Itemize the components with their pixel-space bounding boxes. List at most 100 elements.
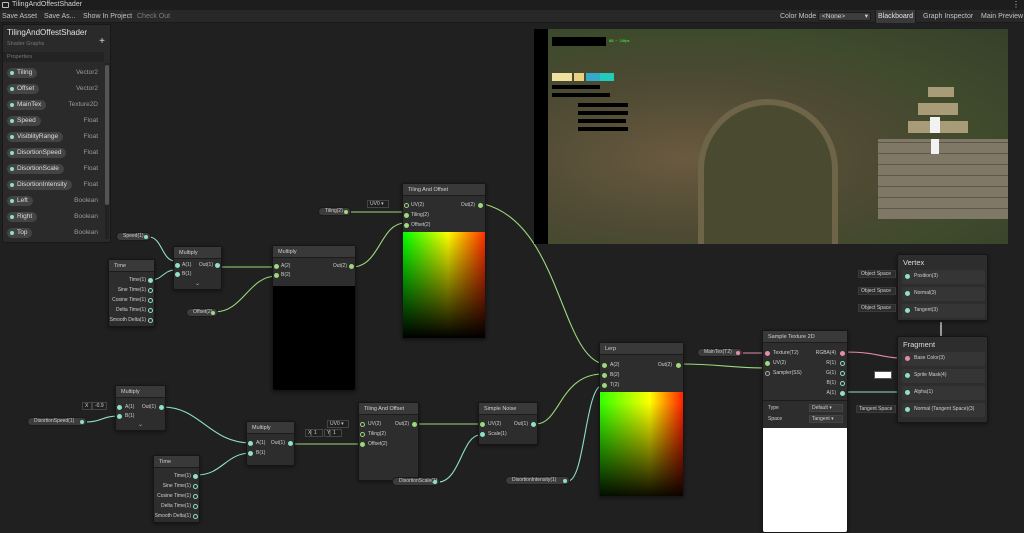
- disortion-intensity-property-pill[interactable]: DisortionIntensity(1): [505, 476, 570, 485]
- property-name-chip[interactable]: VisiblityRange: [7, 132, 64, 142]
- disortion-scale-property-pill[interactable]: DisortionScale(1): [392, 477, 440, 486]
- show-in-project-button[interactable]: Show In Project: [81, 10, 134, 23]
- input-port[interactable]: [360, 442, 365, 447]
- multiply-node[interactable]: Multiply A(1) B(1) Out(1) ⌄: [173, 246, 222, 290]
- uv-select[interactable]: UV0 ▾: [367, 200, 389, 208]
- input-port[interactable]: [905, 390, 910, 395]
- input-port[interactable]: [175, 272, 180, 277]
- main-preview-toggle[interactable]: Main Preview: [979, 10, 1024, 23]
- output-port[interactable]: [193, 504, 198, 509]
- chevron-down-icon[interactable]: ⌄: [138, 422, 143, 429]
- input-port[interactable]: [117, 405, 122, 410]
- input-port[interactable]: [765, 351, 770, 356]
- input-port[interactable]: [480, 432, 485, 437]
- input-port[interactable]: [905, 373, 910, 378]
- input-port[interactable]: [602, 383, 607, 388]
- output-port[interactable]: [148, 298, 153, 303]
- input-port[interactable]: [360, 422, 365, 427]
- input-port[interactable]: [404, 203, 409, 208]
- output-port[interactable]: [193, 474, 198, 479]
- output-port[interactable]: [159, 405, 164, 410]
- property-row[interactable]: Left Boolean: [3, 193, 104, 209]
- output-port[interactable]: [349, 264, 354, 269]
- property-name-chip[interactable]: Right: [7, 212, 38, 222]
- property-row[interactable]: Tiling Vector2: [3, 65, 104, 81]
- property-name-chip[interactable]: MainTex: [7, 100, 47, 110]
- time-node[interactable]: Time Time(1) Sine Time(1) Cosine Time(1)…: [108, 259, 155, 327]
- property-name-chip[interactable]: Left: [7, 196, 33, 206]
- input-port[interactable]: [480, 422, 485, 427]
- output-port[interactable]: [193, 514, 198, 519]
- fragment-block[interactable]: Sprite Mask(4): [902, 369, 985, 383]
- offset-property-pill[interactable]: Offset(2): [186, 308, 218, 317]
- disortion-speed-property-pill[interactable]: DisortionSpeed(1): [27, 417, 87, 426]
- input-port[interactable]: [274, 273, 279, 278]
- output-port[interactable]: [478, 203, 483, 208]
- output-port[interactable]: [148, 288, 153, 293]
- chevron-down-icon[interactable]: ⌄: [195, 281, 200, 288]
- fragment-block[interactable]: Alpha(1): [902, 386, 985, 400]
- property-row[interactable]: Top Boolean: [3, 225, 104, 241]
- graph-canvas[interactable]: TilingAndOffestShader Shader Graphs + Pr…: [0, 24, 1024, 533]
- output-port[interactable]: [211, 311, 215, 315]
- input-port[interactable]: [248, 451, 253, 456]
- lerp-node[interactable]: Lerp A(2) B(2) T(2) Out(2): [599, 342, 684, 497]
- check-out-button[interactable]: Check Out: [135, 10, 172, 23]
- output-port[interactable]: [144, 235, 148, 239]
- fragment-block[interactable]: Base Color(3): [902, 352, 985, 366]
- output-port[interactable]: [148, 308, 153, 313]
- input-port[interactable]: [117, 414, 122, 419]
- sample-texture-2d-node[interactable]: Sample Texture 2D Texture(T2) UV(2) Samp…: [762, 330, 848, 533]
- plus-icon[interactable]: +: [99, 36, 105, 47]
- input-port[interactable]: [404, 213, 409, 218]
- save-as-button[interactable]: Save As...: [42, 10, 78, 23]
- x-value-field[interactable]: 1: [311, 429, 323, 437]
- input-port[interactable]: [360, 432, 365, 437]
- output-port[interactable]: [193, 484, 198, 489]
- input-port[interactable]: [905, 308, 910, 313]
- vertex-block[interactable]: Normal(3): [902, 287, 985, 301]
- property-name-chip[interactable]: DisortionScale: [7, 164, 64, 174]
- sprite-mask-color-swatch[interactable]: [874, 371, 892, 379]
- y-value-field[interactable]: 1: [330, 429, 342, 437]
- output-port[interactable]: [840, 351, 845, 356]
- output-port[interactable]: [840, 361, 845, 366]
- multiply-node[interactable]: Multiply A(2) B(2) Out(2): [272, 245, 356, 391]
- output-port[interactable]: [840, 371, 845, 376]
- input-port[interactable]: [765, 361, 770, 366]
- color-mode-dropdown[interactable]: <None> ▾: [818, 12, 871, 21]
- output-port[interactable]: [80, 420, 84, 424]
- input-port[interactable]: [905, 407, 910, 412]
- property-row[interactable]: Right Boolean: [3, 209, 104, 225]
- simple-noise-node[interactable]: Simple Noise UV(2) Scale(1) Out(1): [478, 402, 538, 445]
- input-port[interactable]: [905, 356, 910, 361]
- save-asset-button[interactable]: Save Asset: [0, 10, 39, 23]
- output-port[interactable]: [563, 479, 567, 483]
- output-port[interactable]: [676, 363, 681, 368]
- input-port[interactable]: [905, 274, 910, 279]
- main-preview-panel[interactable]: 88 ··· 24fps: [534, 29, 1008, 244]
- input-port[interactable]: [175, 263, 180, 268]
- property-row[interactable]: MainTex Texture2D: [3, 97, 104, 113]
- input-port[interactable]: [248, 441, 253, 446]
- output-port[interactable]: [344, 210, 348, 214]
- graph-inspector-toggle[interactable]: Graph Inspector: [921, 10, 975, 23]
- property-name-chip[interactable]: Speed: [7, 116, 41, 126]
- property-row[interactable]: DisortionIntensity Float: [3, 177, 104, 193]
- input-port[interactable]: [765, 371, 770, 376]
- tiling-and-offset-node[interactable]: Tiling And Offset UV(2) Tiling(2) Offset…: [358, 402, 419, 481]
- fragment-context[interactable]: Fragment Base Color(3) Sprite Mask(4) Al…: [897, 336, 988, 423]
- multiply-node[interactable]: Multiply A(1) B(1) Out(1) ⌄: [115, 385, 166, 431]
- output-port[interactable]: [193, 494, 198, 499]
- output-port[interactable]: [148, 318, 153, 323]
- output-port[interactable]: [215, 263, 220, 268]
- scrollbar-thumb[interactable]: [105, 65, 109, 205]
- vertex-context[interactable]: Vertex Position(3) Normal(3) Tangent(3): [897, 254, 988, 321]
- input-port[interactable]: [404, 223, 409, 228]
- property-name-chip[interactable]: Tiling: [7, 68, 38, 78]
- time-node[interactable]: Time Time(1) Sine Time(1) Cosine Time(1)…: [153, 455, 200, 523]
- type-dropdown[interactable]: Default ▾: [809, 404, 843, 412]
- input-port[interactable]: [602, 373, 607, 378]
- property-row[interactable]: Speed Float: [3, 113, 104, 129]
- vertex-block[interactable]: Position(3): [902, 270, 985, 284]
